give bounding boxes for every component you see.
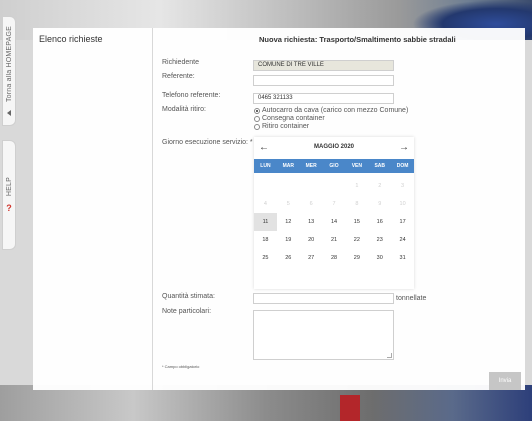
calendar-day[interactable]: 23 xyxy=(368,231,391,249)
requester-field: COMUNE DI TRE VILLE xyxy=(253,60,394,71)
main-panel: Elenco richieste Nuova richiesta: Traspo… xyxy=(33,28,525,390)
pickup-option-label: Ritiro container xyxy=(262,123,310,130)
requests-list-title: Elenco richieste xyxy=(39,34,103,44)
calendar-day[interactable]: 16 xyxy=(368,213,391,231)
calendar-day[interactable]: 30 xyxy=(368,249,391,267)
calendar-day[interactable]: 28 xyxy=(323,249,346,267)
pickup-option-truck[interactable]: Autocarro da cava (carico con mezzo Comu… xyxy=(254,107,408,114)
footer-background-image xyxy=(0,385,532,421)
radio-icon[interactable] xyxy=(254,115,260,122)
calendar-day[interactable]: 15 xyxy=(345,213,368,231)
calendar-day[interactable]: 25 xyxy=(254,249,277,267)
calendar-day: 10 xyxy=(399,201,406,207)
question-icon: ? xyxy=(6,202,12,213)
homepage-tab[interactable]: Torna alla HOMEPAGE xyxy=(2,16,16,126)
calendar-day xyxy=(277,177,300,195)
service-date-label: Giorno esecuzione servizio: * xyxy=(162,139,253,146)
calendar-day[interactable]: 14 xyxy=(323,213,346,231)
calendar-week: 1 2 3 xyxy=(254,177,414,195)
calendar-day[interactable]: 19 xyxy=(277,231,300,249)
calendar-grid: 1 2 3 4 5 6 7 8 9 10 11 12 13 14 15 16 1… xyxy=(254,177,414,267)
calendar-week: 18 19 20 21 22 23 24 xyxy=(254,231,414,249)
calendar-day: 9 xyxy=(378,201,382,207)
weekday: SAB xyxy=(374,163,385,169)
calendar-day: 8 xyxy=(355,201,359,207)
calendar-day xyxy=(254,177,277,195)
calendar-day[interactable]: 29 xyxy=(345,249,368,267)
phone-input[interactable]: 0465 321133 xyxy=(253,93,394,104)
submit-button[interactable]: Invia xyxy=(489,372,521,390)
calendar-day[interactable]: 20 xyxy=(300,231,323,249)
calendar-day[interactable]: 17 xyxy=(391,213,414,231)
calendar-day xyxy=(323,177,346,195)
calendar-day[interactable]: 18 xyxy=(254,231,277,249)
pickup-option-label: Autocarro da cava (carico con mezzo Comu… xyxy=(262,107,409,114)
calendar-day: 7 xyxy=(332,201,336,207)
weekday: GIO xyxy=(329,163,339,169)
pickup-option-label: Consegna container xyxy=(262,115,325,122)
pickup-label: Modalità ritiro: xyxy=(162,106,206,113)
radio-icon[interactable] xyxy=(254,123,260,130)
calendar-day: 4 xyxy=(263,201,267,207)
phone-label: Telefono referente: xyxy=(162,92,221,99)
requester-label: Richiedente xyxy=(162,59,199,66)
calendar-day[interactable]: 12 xyxy=(277,213,300,231)
calendar-day[interactable]: 11 xyxy=(254,213,277,231)
calendar-day[interactable]: 22 xyxy=(345,231,368,249)
pickup-option-delivery[interactable]: Consegna container xyxy=(254,115,325,122)
next-month-icon[interactable]: → xyxy=(399,142,409,153)
pickup-option-collection[interactable]: Ritiro container xyxy=(254,123,309,130)
radio-selected-icon[interactable] xyxy=(254,107,260,114)
required-note: * Campo obbligatorio xyxy=(162,364,200,369)
weekday: DOM xyxy=(396,163,409,169)
calendar-day[interactable]: 13 xyxy=(300,213,323,231)
date-picker[interactable]: ← MAGGIO 2020 → LUN MAR MER GIO VEN SAB … xyxy=(254,137,414,289)
weekday: MER xyxy=(305,163,317,169)
help-tab-label: HELP xyxy=(5,177,13,197)
weekday: VEN xyxy=(351,163,362,169)
notes-label: Note particolari: xyxy=(162,308,212,315)
calendar-week: 4 5 6 7 8 9 10 xyxy=(254,195,414,213)
prev-month-icon[interactable]: ← xyxy=(259,142,269,153)
help-tab[interactable]: HELP ? xyxy=(2,140,16,250)
requests-list-column: Elenco richieste xyxy=(33,28,153,390)
calendar-day: 6 xyxy=(309,201,313,207)
quantity-unit: tonnellate xyxy=(396,295,427,302)
homepage-tab-label: Torna alla HOMEPAGE xyxy=(5,25,13,103)
form-title: Nuova richiesta: Trasporto/Smaltimento s… xyxy=(259,35,456,44)
weekday: LUN xyxy=(260,163,271,169)
calendar-header: ← MAGGIO 2020 → xyxy=(254,137,414,157)
calendar-day: 5 xyxy=(286,201,290,207)
weekday: MAR xyxy=(282,163,294,169)
referent-label: Referente: xyxy=(162,73,195,80)
calendar-day xyxy=(300,177,323,195)
quantity-input[interactable] xyxy=(253,293,394,304)
calendar-day[interactable]: 31 xyxy=(391,249,414,267)
calendar-day[interactable]: 26 xyxy=(277,249,300,267)
referent-input[interactable] xyxy=(253,75,394,86)
calendar-day[interactable]: 21 xyxy=(323,231,346,249)
calendar-week: 25 26 27 28 29 30 31 xyxy=(254,249,414,267)
calendar-day: 1 xyxy=(355,183,359,189)
calendar-week: 11 12 13 14 15 16 17 xyxy=(254,213,414,231)
arrow-left-icon xyxy=(7,110,11,117)
calendar-month: MAGGIO 2020 xyxy=(313,144,354,150)
calendar-day[interactable]: 27 xyxy=(300,249,323,267)
notes-textarea[interactable] xyxy=(253,310,394,360)
calendar-weekdays: LUN MAR MER GIO VEN SAB DOM xyxy=(254,159,414,173)
calendar-day: 2 xyxy=(378,183,382,189)
calendar-day: 3 xyxy=(401,183,405,189)
calendar-day[interactable]: 24 xyxy=(391,231,414,249)
quantity-label: Quantità stimata: xyxy=(162,293,215,300)
